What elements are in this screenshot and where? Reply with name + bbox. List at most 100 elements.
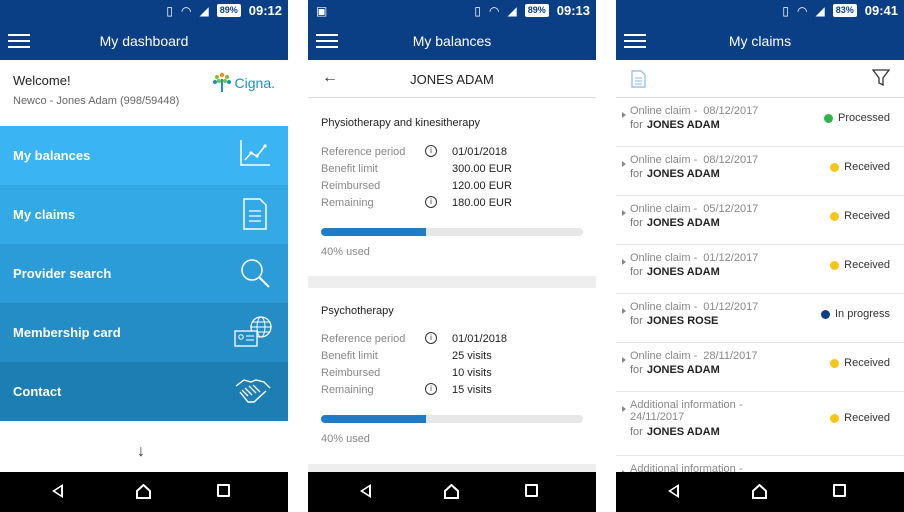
claim-row[interactable]: Online claim - 08/12/2017 for JONES ADAM Rec… [616, 147, 904, 196]
recents-nav-icon[interactable] [217, 484, 230, 497]
id-card-globe-icon [234, 316, 272, 347]
claims-screen: ▯ ◠ ◢ 83% 09:41 My claims Online claim -… [616, 0, 904, 512]
claim-type: Online claim - 28/11/2017 [630, 350, 758, 362]
claim-type-label: Online claim - [630, 350, 698, 362]
claim-date: 08/12/2017 [703, 154, 759, 166]
back-nav-icon[interactable] [52, 484, 63, 498]
info-icon[interactable]: i [425, 383, 437, 395]
status-label: Received [844, 357, 890, 369]
claim-row[interactable]: Online claim - 05/12/2017 for JONES ADAM Rec… [616, 196, 904, 245]
page-title: My claims [728, 33, 792, 49]
contact-button[interactable]: Contact [0, 362, 288, 421]
claim-member: for JONES ROSE [630, 315, 718, 327]
claim-type: Online claim - 05/12/2017 [630, 203, 758, 215]
claim-date: 08/12/2017 [703, 105, 759, 117]
android-nav-bar [308, 472, 596, 512]
clock: 09:13 [556, 3, 590, 18]
claim-type: Online claim - 01/12/2017 [630, 252, 758, 264]
wifi-icon: ◠ [797, 3, 808, 18]
row-value: 25 visits [452, 350, 492, 362]
status-label: Received [844, 161, 890, 173]
recents-nav-icon[interactable] [525, 484, 538, 497]
back-nav-icon[interactable] [360, 484, 371, 498]
info-icon[interactable]: i [425, 145, 437, 157]
status-dot-icon [830, 211, 840, 221]
member-info: Newco - Jones Adam (998/59448) [13, 95, 180, 107]
home-nav-icon[interactable] [752, 484, 767, 499]
row-value: 15 visits [452, 384, 492, 396]
usage-text: 40% used [321, 246, 370, 258]
claim-type-label: Online claim - [630, 252, 698, 264]
home-nav-icon[interactable] [136, 484, 151, 499]
info-icon[interactable]: i [425, 196, 437, 208]
status-label: Received [844, 412, 890, 424]
claim-for-label: for [630, 315, 643, 327]
claim-row[interactable]: Online claim - 28/11/2017 for JONES ADAM Rec… [616, 343, 904, 392]
claim-for-label: for [630, 168, 643, 180]
claim-row[interactable]: Online claim - 08/12/2017 for JONES ADAM Pro… [616, 98, 904, 147]
card-title: Psychotherapy [321, 305, 394, 317]
status-dot-icon [830, 162, 840, 172]
back-nav-icon[interactable] [668, 484, 679, 498]
status-dot-icon [820, 309, 830, 319]
new-claim-document-icon[interactable] [631, 70, 646, 88]
claim-for-label: for [630, 364, 643, 376]
membership-card-button[interactable]: Membership card [0, 303, 288, 362]
card-title: Physiotherapy and kinesitherapy [321, 117, 480, 129]
android-nav-bar [0, 472, 288, 512]
claim-for-label: for [630, 266, 643, 278]
balances-screen: ▣ ▯ ◠ ◢ 89% 09:13 My balances ← JONES AD… [308, 0, 596, 512]
usage-progress-fill [321, 415, 426, 423]
clock: 09:41 [864, 3, 898, 18]
recents-nav-icon[interactable] [833, 484, 846, 497]
status-label: Processed [838, 112, 890, 124]
claim-member: for JONES ADAM [630, 266, 720, 278]
page-title: My balances [412, 33, 492, 49]
row-label: Reference period [321, 333, 406, 345]
android-nav-bar [616, 472, 904, 512]
row-value: 10 visits [452, 367, 492, 379]
claim-status: Received [830, 259, 890, 271]
usage-progress-bar [321, 228, 583, 236]
filter-icon[interactable] [872, 69, 890, 87]
row-value: 120.00 EUR [452, 180, 512, 192]
claim-member-name: JONES ADAM [646, 168, 720, 180]
claim-type: Online claim - 01/12/2017 [630, 301, 758, 313]
member-name: JONES ADAM [410, 72, 494, 87]
row-label: Benefit limit [321, 163, 378, 175]
claim-member: for JONES ADAM [630, 119, 720, 131]
claim-date: 01/12/2017 [703, 301, 759, 313]
status-dot-icon [824, 113, 834, 123]
member-header: ← JONES ADAM [308, 60, 596, 98]
claim-row[interactable]: Additional information -24/11/2017 for JON… [616, 392, 904, 456]
info-icon[interactable]: i [425, 332, 437, 344]
row-label: Reference period [321, 146, 406, 158]
row-value: 180.00 EUR [452, 197, 512, 209]
claim-status: In progress [820, 308, 890, 320]
claim-status: Received [830, 210, 890, 222]
claim-type-label: Online claim - [630, 203, 698, 215]
wifi-icon: ◠ [181, 3, 192, 18]
claim-date: 01/12/2017 [703, 252, 759, 264]
signal-icon: ◢ [199, 3, 209, 18]
claim-row[interactable]: Online claim - 01/12/2017 for JONES ADAM Rec… [616, 245, 904, 294]
tree-icon [212, 72, 231, 92]
wifi-icon: ◠ [489, 3, 500, 18]
claim-member-name: JONES ADAM [646, 426, 720, 438]
status-label: Received [844, 259, 890, 271]
claim-date: 24/11/2017 [630, 411, 685, 423]
home-nav-icon[interactable] [444, 484, 459, 499]
claim-type-label: Online claim - [630, 105, 698, 117]
provider-search-button[interactable]: Provider search [0, 244, 288, 303]
app-bar: My dashboard [0, 22, 288, 60]
my-balances-button[interactable]: My balances [0, 126, 288, 185]
membership-card-label: Membership card [13, 325, 121, 340]
battery-indicator: 83% [832, 4, 857, 17]
my-claims-button[interactable]: My claims [0, 185, 288, 244]
claim-row[interactable]: Online claim - 01/12/2017 for JONES ROSE In … [616, 294, 904, 343]
battery-indicator: 89% [524, 4, 549, 17]
dashboard-screen: ▯ ◠ ◢ 89% 09:12 My dashboard Welcome! Ne… [0, 0, 288, 512]
claim-for-label: for [630, 217, 643, 229]
signal-icon: ◢ [507, 3, 517, 18]
scroll-down-arrow-icon[interactable]: ↓ [137, 443, 145, 461]
